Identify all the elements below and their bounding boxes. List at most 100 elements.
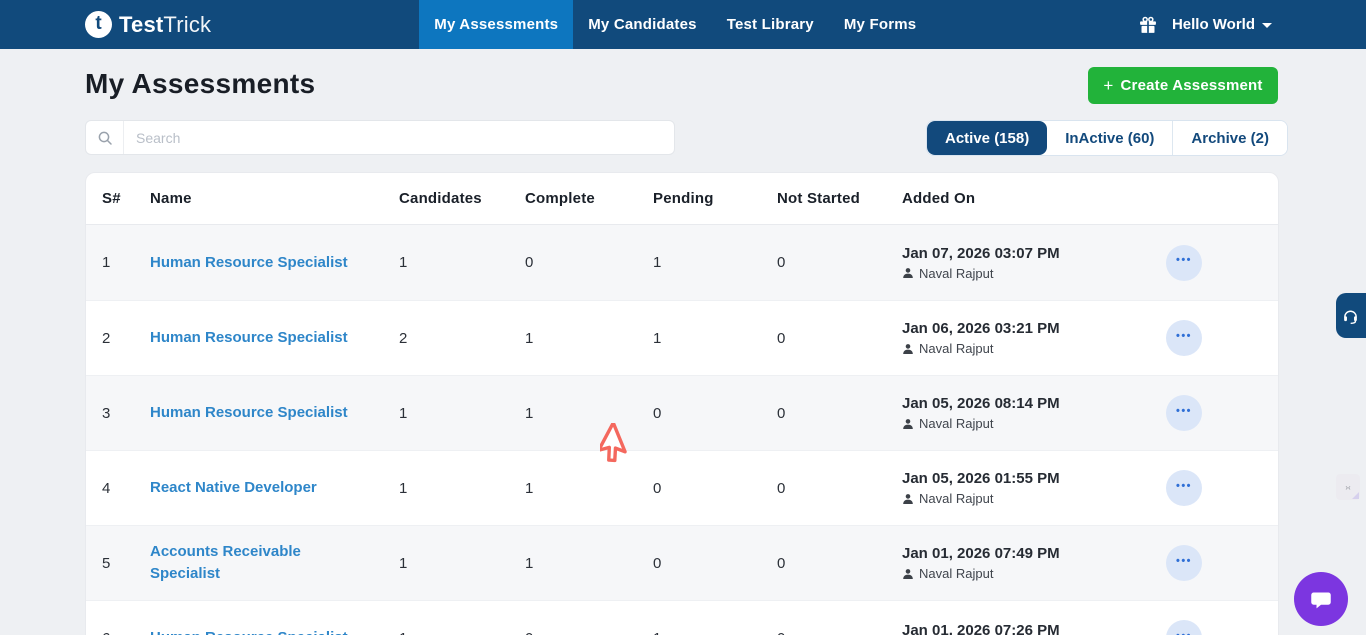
tab-archive[interactable]: Archive (2) — [1172, 121, 1287, 155]
nav-item-my-forms[interactable]: My Forms — [829, 0, 931, 49]
header-pending: Pending — [653, 190, 714, 207]
row-actions-button[interactable]: ••• — [1166, 545, 1202, 581]
nav-menu: My Assessments My Candidates Test Librar… — [419, 0, 931, 49]
row-serial: 2 — [102, 329, 111, 347]
top-navbar: t TestTrick My Assessments My Candidates… — [0, 0, 1366, 49]
row-not-started: 0 — [777, 479, 786, 497]
brand-logo[interactable]: t TestTrick — [85, 0, 211, 49]
row-pending: 0 — [653, 554, 662, 572]
row-complete: 0 — [525, 254, 534, 271]
added-on-date: Jan 06, 2026 03:21 PM — [902, 320, 1060, 337]
person-icon — [903, 493, 913, 504]
table-row: 3 Human Resource Specialist 1 1 0 0 Jan … — [86, 375, 1278, 450]
added-by: Naval Rajput — [902, 341, 1130, 356]
added-on-date: Jan 05, 2026 08:14 PM — [902, 395, 1060, 412]
table-row: 6 Human Resource Specialist 1 0 1 0 Jan … — [86, 600, 1278, 635]
row-added-on: Jan 01, 2026 07:49 PM Naval Rajput — [902, 545, 1130, 581]
row-complete: 1 — [525, 404, 534, 422]
row-added-on: Jan 07, 2026 03:07 PM Naval Rajput — [902, 245, 1130, 281]
user-menu[interactable]: Hello World — [1172, 16, 1272, 33]
added-by-name: Naval Rajput — [919, 265, 994, 281]
minimized-widget[interactable]: ›‹ — [1336, 474, 1360, 500]
nav-item-test-library[interactable]: Test Library — [712, 0, 829, 49]
row-not-started: 0 — [777, 554, 786, 572]
row-actions-button[interactable]: ••• — [1166, 395, 1202, 431]
added-by: Naval Rajput — [902, 566, 1130, 581]
row-not-started: 0 — [777, 329, 786, 347]
row-actions-button[interactable]: ••• — [1166, 320, 1202, 356]
user-name: Hello World — [1171, 16, 1255, 33]
header-serial: S# — [102, 190, 121, 207]
search-bar — [85, 120, 675, 155]
row-added-on: Jan 01, 2026 07:26 PM — [902, 622, 1130, 635]
row-candidates: 1 — [399, 554, 408, 572]
support-headset-button[interactable] — [1336, 293, 1366, 338]
added-by-name: Naval Rajput — [919, 416, 994, 431]
added-on-date: Jan 05, 2026 01:55 PM — [902, 470, 1060, 487]
tab-inactive[interactable]: InActive (60) — [1047, 121, 1173, 155]
chat-bubble-button[interactable] — [1294, 572, 1348, 626]
row-added-on: Jan 05, 2026 08:14 PM Naval Rajput — [902, 395, 1130, 431]
assessment-name-link[interactable]: Human Resource Specialist — [150, 327, 348, 349]
added-on-date: Jan 01, 2026 07:26 PM — [902, 621, 1060, 635]
ellipsis-icon: ••• — [1175, 329, 1193, 342]
row-candidates: 1 — [399, 254, 408, 271]
row-candidates: 2 — [399, 329, 408, 347]
row-serial: 6 — [86, 630, 150, 635]
row-actions-button[interactable]: ••• — [1166, 620, 1202, 635]
header-name: Name — [150, 190, 192, 207]
status-tabs: Active (158) InActive (60) Archive (2) — [926, 120, 1288, 156]
create-assessment-button[interactable]: + Create Assessment — [1088, 67, 1278, 104]
search-icon — [86, 121, 124, 154]
added-by: Naval Rajput — [902, 491, 1130, 506]
person-icon — [903, 568, 913, 579]
person-icon — [903, 268, 913, 278]
nav-item-my-assessments[interactable]: My Assessments — [419, 0, 574, 49]
row-pending: 0 — [653, 404, 662, 422]
ellipsis-icon: ••• — [1175, 254, 1193, 266]
added-on-date: Jan 07, 2026 03:07 PM — [902, 244, 1060, 262]
row-serial: 5 — [102, 554, 111, 572]
brand-name: TestTrick — [119, 11, 212, 37]
assessments-table: S# Name Candidates Complete Pending Not … — [85, 172, 1279, 635]
gift-icon[interactable] — [1138, 15, 1158, 35]
row-complete: 1 — [525, 329, 534, 347]
chat-icon — [1311, 592, 1331, 609]
row-actions-button[interactable]: ••• — [1166, 470, 1202, 506]
page-title: My Assessments — [85, 68, 316, 99]
row-actions-button[interactable]: ••• — [1166, 244, 1202, 281]
row-candidates: 1 — [399, 630, 525, 635]
row-pending: 1 — [653, 329, 662, 347]
row-not-started: 0 — [777, 254, 786, 271]
assessment-name-link[interactable]: Accounts Receivable Specialist — [150, 541, 351, 585]
tab-active[interactable]: Active (158) — [927, 121, 1048, 155]
app-screen: t TestTrick My Assessments My Candidates… — [0, 0, 1366, 635]
added-by: Naval Rajput — [902, 266, 1130, 281]
chevron-down-icon — [1262, 23, 1272, 28]
row-serial: 3 — [102, 404, 111, 422]
assessment-name-link[interactable]: Human Resource Specialist — [150, 402, 348, 424]
row-pending: 0 — [653, 479, 662, 497]
table-row: 5 Accounts Receivable Specialist 1 1 0 0… — [86, 525, 1278, 600]
assessment-name-link[interactable]: Human Resource Specialist — [150, 627, 348, 635]
added-by-name: Naval Rajput — [919, 566, 994, 581]
row-added-on: Jan 06, 2026 03:21 PM Naval Rajput — [902, 320, 1130, 356]
header-added-on: Added On — [902, 190, 976, 207]
assessment-name-link[interactable]: React Native Developer — [150, 477, 317, 499]
row-not-started: 0 — [777, 404, 786, 422]
ellipsis-icon: ••• — [1176, 630, 1192, 635]
row-pending: 1 — [653, 254, 662, 271]
assessment-name-link[interactable]: Human Resource Specialist — [150, 252, 348, 274]
added-by-name: Naval Rajput — [919, 341, 994, 356]
row-complete: 0 — [525, 630, 653, 635]
search-input[interactable] — [124, 121, 674, 154]
ellipsis-icon: ••• — [1175, 404, 1193, 417]
row-not-started: 0 — [777, 630, 902, 635]
added-by-name: Naval Rajput — [919, 491, 994, 506]
row-complete: 1 — [525, 479, 534, 497]
brand-icon: t — [85, 11, 112, 38]
added-on-date: Jan 01, 2026 07:49 PM — [902, 545, 1060, 562]
row-serial: 1 — [102, 254, 111, 271]
plus-icon: + — [1103, 75, 1114, 95]
nav-item-my-candidates[interactable]: My Candidates — [573, 0, 711, 49]
